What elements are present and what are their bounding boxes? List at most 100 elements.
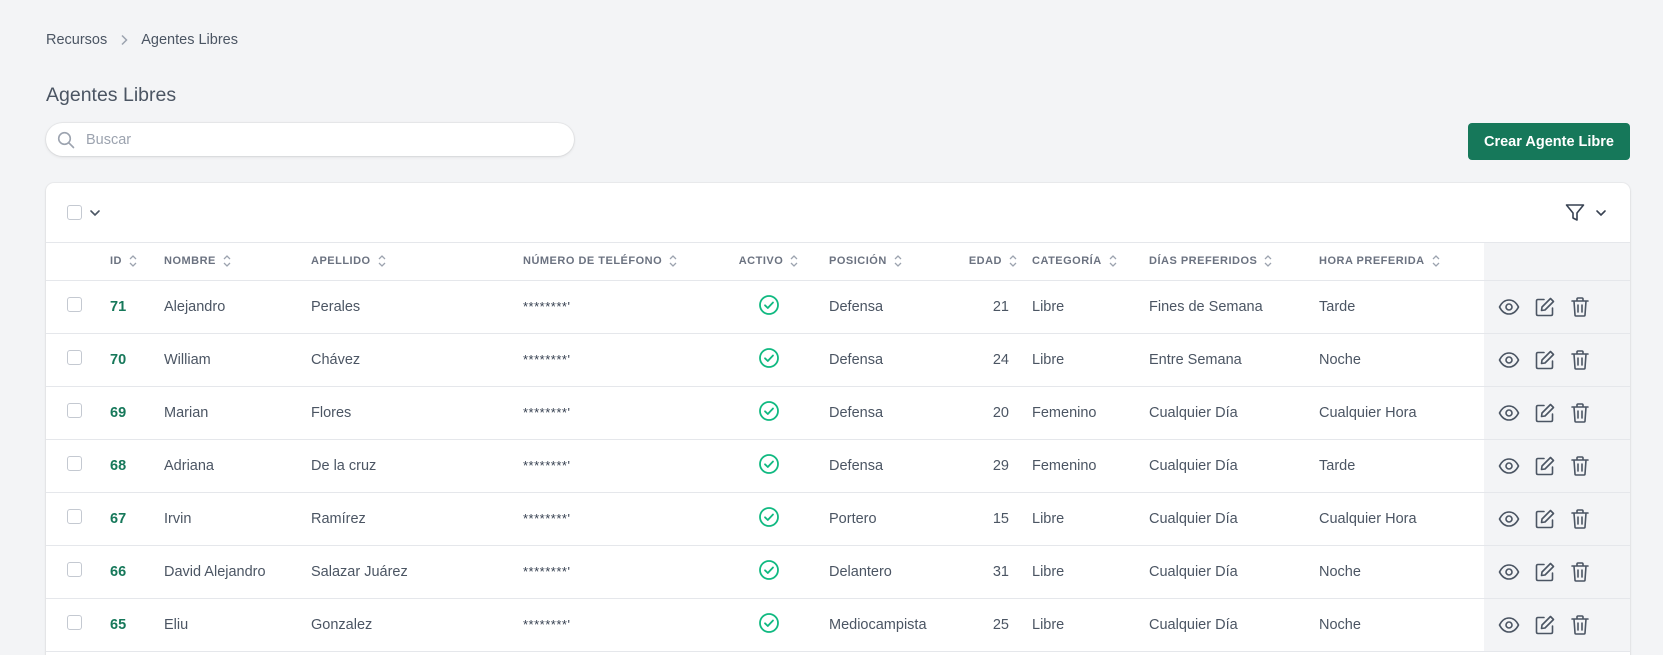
row-checkbox[interactable] bbox=[67, 297, 82, 312]
trash-icon[interactable] bbox=[1570, 508, 1590, 530]
cell-id[interactable]: 71 bbox=[110, 280, 164, 333]
cell-telefono: ********' bbox=[523, 405, 571, 420]
cell-edad: 24 bbox=[992, 351, 1009, 368]
row-checkbox-cell bbox=[46, 545, 110, 598]
col-header-apellido[interactable]: APELLIDO bbox=[311, 243, 523, 280]
edit-icon[interactable] bbox=[1534, 349, 1556, 371]
chevron-right-icon bbox=[119, 34, 129, 46]
row-checkbox-cell bbox=[46, 598, 110, 651]
eye-icon[interactable] bbox=[1498, 349, 1520, 371]
trash-icon[interactable] bbox=[1570, 402, 1590, 424]
table-row[interactable]: 66 David Alejandro Salazar Juárez ******… bbox=[46, 545, 1630, 598]
cell-id[interactable]: 68 bbox=[110, 439, 164, 492]
sort-icon[interactable] bbox=[1432, 254, 1440, 268]
row-checkbox[interactable] bbox=[67, 456, 82, 471]
sort-icon[interactable] bbox=[1264, 254, 1272, 268]
sort-icon[interactable] bbox=[1009, 254, 1017, 268]
table-row[interactable]: 71 Alejandro Perales ********' Defensa 2… bbox=[46, 280, 1630, 333]
row-checkbox[interactable] bbox=[67, 562, 82, 577]
edit-icon[interactable] bbox=[1534, 614, 1556, 636]
trash-icon[interactable] bbox=[1570, 349, 1590, 371]
bulk-select[interactable] bbox=[67, 205, 102, 220]
row-checkbox[interactable] bbox=[67, 350, 82, 365]
filter-menu[interactable] bbox=[1564, 202, 1608, 224]
sort-icon[interactable] bbox=[894, 254, 902, 268]
table-row[interactable]: 70 William Chávez ********' Defensa 24 L… bbox=[46, 333, 1630, 386]
breadcrumb-recursos-link[interactable]: Recursos bbox=[46, 32, 107, 48]
table-row[interactable]: 65 Eliu Gonzalez ********' Mediocampista… bbox=[46, 598, 1630, 651]
eye-icon[interactable] bbox=[1498, 402, 1520, 424]
cell-dias: Cualquier Día bbox=[1149, 404, 1238, 421]
table-toolbar bbox=[46, 183, 1630, 243]
sort-icon[interactable] bbox=[1109, 254, 1117, 268]
create-agent-button[interactable]: Crear Agente Libre bbox=[1468, 123, 1630, 160]
edit-icon[interactable] bbox=[1534, 296, 1556, 318]
cell-actions bbox=[1484, 439, 1630, 492]
cell-id[interactable]: 67 bbox=[110, 492, 164, 545]
check-circle-icon bbox=[758, 612, 780, 634]
table-row[interactable]: 69 Marian Flores ********' Defensa 20 Fe… bbox=[46, 386, 1630, 439]
cell-posicion: Defensa bbox=[829, 298, 884, 315]
col-header-categoria[interactable]: CATEGORÍA bbox=[1032, 243, 1149, 280]
spacer bbox=[1017, 243, 1032, 280]
cell-actions bbox=[1484, 545, 1630, 598]
eye-icon[interactable] bbox=[1498, 296, 1520, 318]
col-header-nombre[interactable]: NOMBRE bbox=[164, 243, 311, 280]
cell-categoria: Libre bbox=[1032, 616, 1065, 633]
cell-nombre: Eliu bbox=[164, 616, 189, 633]
eye-icon[interactable] bbox=[1498, 614, 1520, 636]
edit-icon[interactable] bbox=[1534, 455, 1556, 477]
trash-icon[interactable] bbox=[1570, 614, 1590, 636]
cell-id[interactable]: 70 bbox=[110, 333, 164, 386]
edit-icon[interactable] bbox=[1534, 508, 1556, 530]
col-header-posicion[interactable]: POSICIÓN bbox=[817, 243, 935, 280]
chevron-down-icon[interactable] bbox=[88, 206, 102, 220]
cell-edad: 31 bbox=[992, 563, 1009, 580]
row-checkbox[interactable] bbox=[67, 403, 82, 418]
col-header-actions bbox=[1484, 243, 1630, 280]
col-header-dias[interactable]: DÍAS PREFERIDOS bbox=[1149, 243, 1319, 280]
eye-icon[interactable] bbox=[1498, 508, 1520, 530]
trash-icon[interactable] bbox=[1570, 296, 1590, 318]
cell-id[interactable]: 65 bbox=[110, 598, 164, 651]
edit-icon[interactable] bbox=[1534, 402, 1556, 424]
sort-icon[interactable] bbox=[223, 254, 231, 268]
col-header-hora[interactable]: HORA PREFERIDA bbox=[1319, 243, 1484, 280]
cell-id[interactable]: 69 bbox=[110, 386, 164, 439]
cell-categoria: Libre bbox=[1032, 510, 1065, 527]
cell-posicion: Mediocampista bbox=[829, 616, 927, 633]
eye-icon[interactable] bbox=[1498, 561, 1520, 583]
cell-id[interactable]: 66 bbox=[110, 545, 164, 598]
row-checkbox[interactable] bbox=[67, 615, 82, 630]
chevron-down-icon[interactable] bbox=[1594, 206, 1608, 220]
table-row[interactable]: 68 Adriana De la cruz ********' Defensa … bbox=[46, 439, 1630, 492]
trash-icon[interactable] bbox=[1570, 455, 1590, 477]
breadcrumb: Recursos Agentes Libres bbox=[46, 32, 238, 48]
sort-icon[interactable] bbox=[378, 254, 386, 268]
cell-activo bbox=[720, 492, 817, 545]
col-header-telefono[interactable]: NÚMERO DE TELÉFONO bbox=[523, 243, 720, 280]
cell-telefono: ********' bbox=[523, 299, 571, 314]
cell-categoria: Femenino bbox=[1032, 457, 1097, 474]
cell-categoria: Libre bbox=[1032, 351, 1065, 368]
filter-icon[interactable] bbox=[1564, 202, 1586, 224]
col-header-activo[interactable]: ACTIVO bbox=[720, 243, 817, 280]
sort-icon[interactable] bbox=[669, 254, 677, 268]
table-header-row: ID NOMBRE APELLIDO NÚMERO DE TELÉFONO AC… bbox=[46, 243, 1630, 280]
table-row[interactable]: 67 Irvin Ramírez ********' Portero 15 Li… bbox=[46, 492, 1630, 545]
row-checkbox[interactable] bbox=[67, 509, 82, 524]
sort-icon[interactable] bbox=[790, 254, 798, 268]
spacer bbox=[1017, 545, 1032, 598]
col-header-edad[interactable]: EDAD bbox=[935, 243, 1017, 280]
search-input[interactable] bbox=[86, 131, 506, 148]
cell-apellido: Salazar Juárez bbox=[311, 563, 408, 580]
edit-icon[interactable] bbox=[1534, 561, 1556, 583]
sort-icon[interactable] bbox=[129, 254, 137, 268]
select-all-checkbox[interactable] bbox=[67, 205, 82, 220]
eye-icon[interactable] bbox=[1498, 455, 1520, 477]
cell-apellido: Ramírez bbox=[311, 510, 366, 527]
trash-icon[interactable] bbox=[1570, 561, 1590, 583]
cell-telefono: ********' bbox=[523, 617, 571, 632]
row-checkbox-cell bbox=[46, 386, 110, 439]
col-header-id[interactable]: ID bbox=[110, 243, 164, 280]
